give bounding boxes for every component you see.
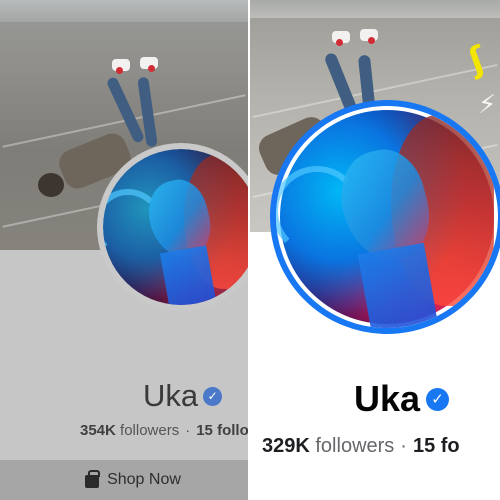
shop-now-label: Shop Now: [107, 471, 181, 488]
stats-separator: ·: [400, 435, 407, 457]
profile-name: Uka: [143, 378, 199, 413]
profile-name-row: Uka ✓: [354, 378, 450, 420]
follower-stats: 329K followers · 15 fo: [262, 435, 460, 458]
stats-separator: ·: [185, 422, 191, 439]
followers-label[interactable]: followers: [120, 422, 179, 439]
cover-doodle-mark: ʃ: [463, 38, 491, 82]
cover-doodle-mark: ⚡: [478, 90, 497, 120]
followers-count[interactable]: 329K: [262, 435, 310, 457]
left-profile-screenshot: Uka ✓ 354K followers · 15 follo Shop Now: [0, 0, 248, 500]
profile-picture[interactable]: [270, 100, 500, 334]
follower-stats: 354K followers · 15 follo: [80, 422, 248, 439]
right-profile-screenshot: ʃ ⚡ Uka ✓ 329K followers · 15 fo: [250, 0, 500, 500]
verified-badge-icon: ✓: [203, 386, 223, 406]
profile-name: Uka: [354, 378, 421, 419]
shop-now-button[interactable]: Shop Now: [0, 460, 248, 500]
followers-count[interactable]: 354K: [80, 422, 116, 439]
verified-badge-icon: ✓: [426, 387, 450, 411]
profile-name-row: Uka ✓: [143, 378, 223, 414]
profile-picture[interactable]: [97, 143, 248, 311]
following-count[interactable]: 15 follo: [196, 422, 248, 439]
following-count[interactable]: 15 fo: [413, 435, 460, 457]
followers-label[interactable]: followers: [315, 435, 394, 457]
shopping-bag-icon: [85, 470, 101, 488]
